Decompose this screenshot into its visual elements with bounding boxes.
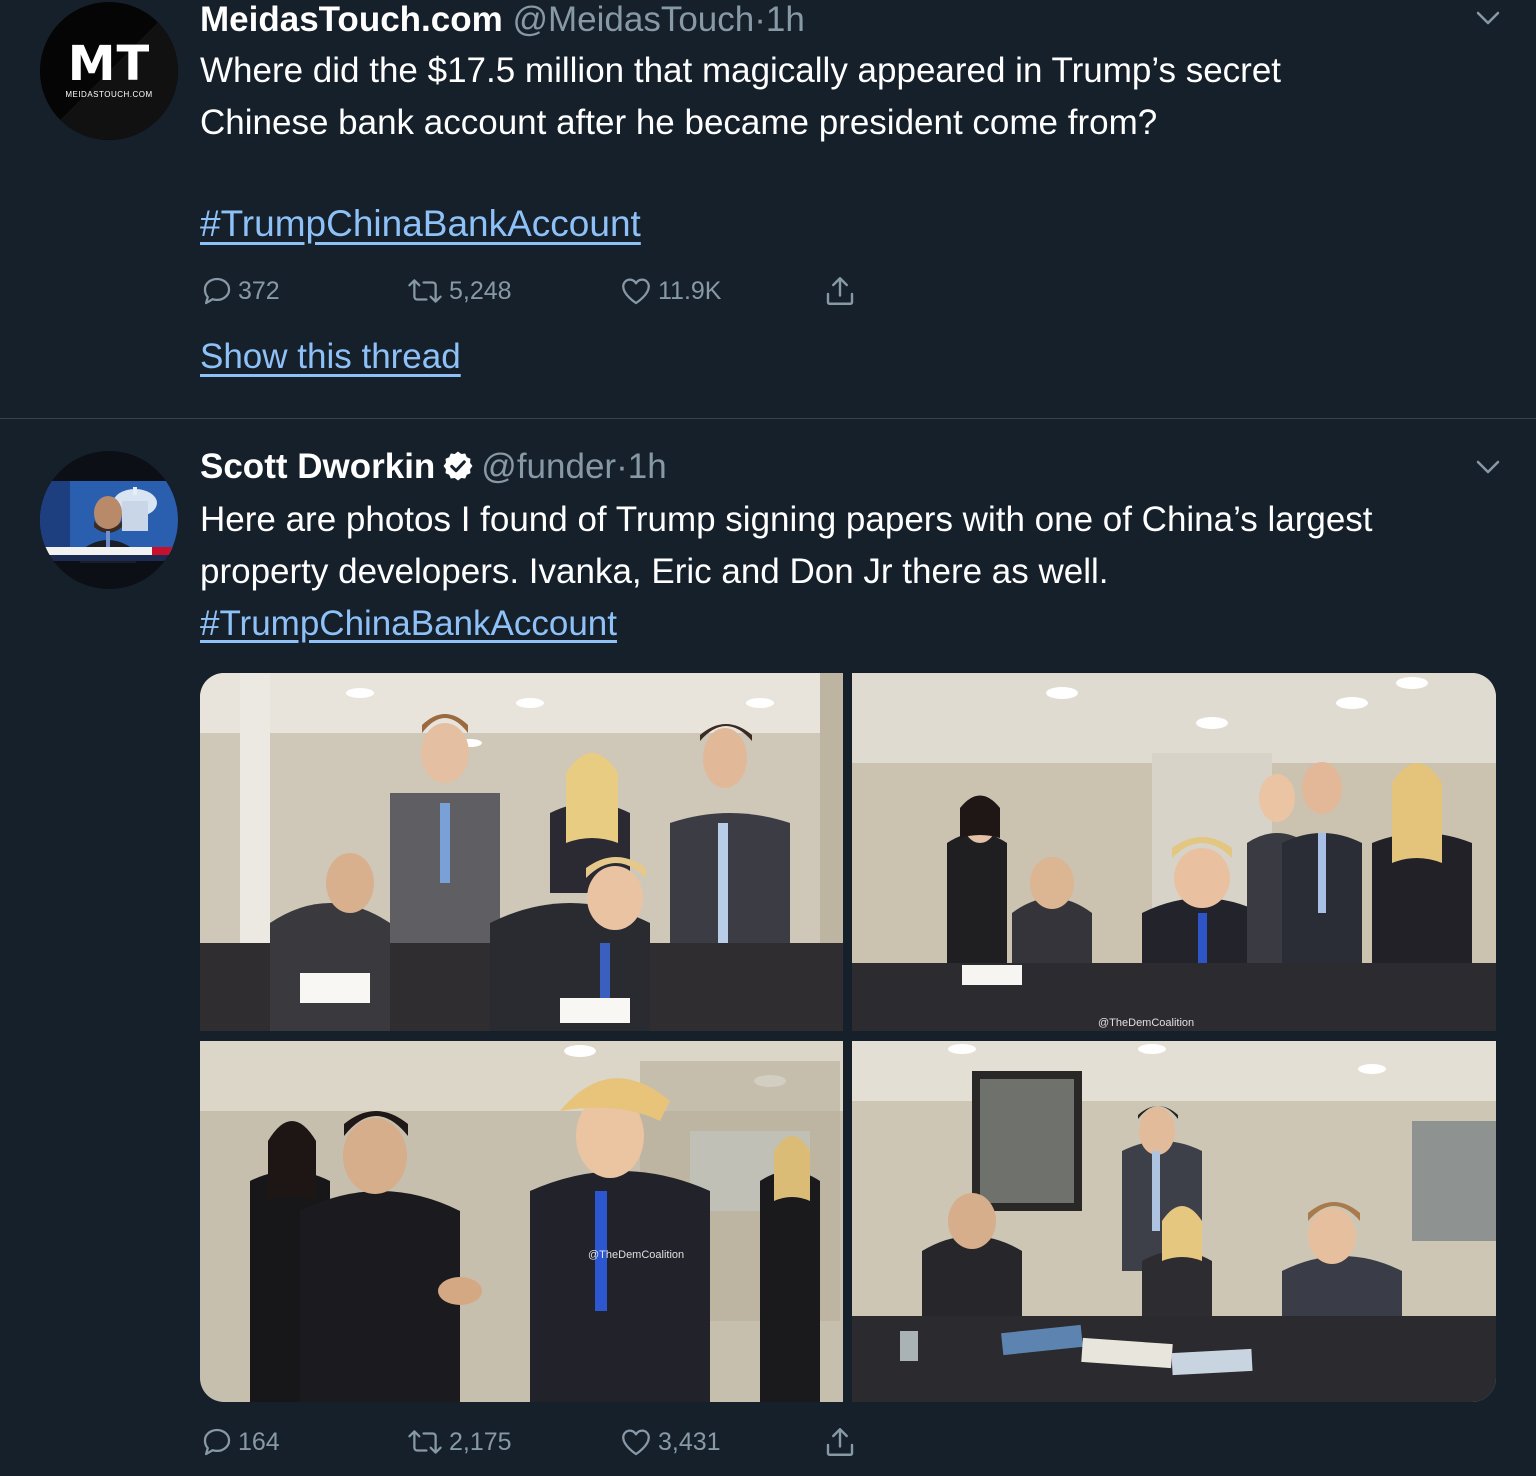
share-button[interactable] xyxy=(822,271,862,311)
tweet-header: Scott Dworkin @funder·1h xyxy=(200,447,667,489)
hashtag-link[interactable]: #TrumpChinaBankAccount xyxy=(200,202,641,246)
reply-icon xyxy=(203,1428,231,1456)
heart-icon xyxy=(622,278,650,305)
share-icon xyxy=(826,277,854,305)
reply-button[interactable]: 372 xyxy=(200,271,280,311)
heart-icon xyxy=(622,1429,650,1456)
like-count: 3,431 xyxy=(658,1427,721,1456)
photo-signing-papers xyxy=(200,673,843,1031)
media-photo[interactable] xyxy=(852,1041,1496,1402)
photo-meeting-documents xyxy=(852,1041,1496,1402)
like-button[interactable]: 11.9K xyxy=(618,271,721,311)
share-icon xyxy=(826,1428,854,1456)
photo-handshake xyxy=(200,1041,843,1402)
media-photo[interactable]: @TheDemCoalition xyxy=(852,673,1496,1031)
avatar[interactable]: MT MEIDASTOUCH.COM xyxy=(40,2,178,140)
tweet-text-line: property developers. Ivanka, Eric and Do… xyxy=(200,552,1109,591)
reply-button[interactable]: 164 xyxy=(200,1422,280,1462)
media-grid: @TheDemCoalition @TheDemCoalition xyxy=(200,673,1496,1402)
retweet-icon xyxy=(408,279,442,303)
photo-watermark: @TheDemCoalition xyxy=(1098,1017,1195,1029)
photo-group-at-table xyxy=(852,673,1496,1031)
tweet[interactable]: MT MEIDASTOUCH.COM MeidasTouch.com @Meid… xyxy=(0,0,1536,418)
retweet-button[interactable]: 5,248 xyxy=(405,271,512,311)
author-name[interactable]: Scott Dworkin xyxy=(200,447,435,486)
tweet-text-line: Chinese bank account after he became pre… xyxy=(200,103,1158,142)
tweet-text: Here are photos I found of Trump signing… xyxy=(200,494,1500,650)
tweet-timestamp[interactable]: 1h xyxy=(628,447,667,486)
avatar-photo xyxy=(40,451,178,589)
tweet-header: MeidasTouch.com @MeidasTouch·1h xyxy=(200,0,805,40)
reply-icon xyxy=(203,277,231,305)
retweet-icon xyxy=(408,1430,442,1454)
media-photo[interactable]: @TheDemCoalition xyxy=(200,1041,843,1402)
header-separator: · xyxy=(754,0,766,39)
photo-watermark: @TheDemCoalition xyxy=(588,1249,685,1261)
verified-badge-icon xyxy=(443,451,473,481)
tweet-actions: 372 5,248 11.9K xyxy=(200,271,900,311)
author-name[interactable]: MeidasTouch.com xyxy=(200,0,503,39)
chevron-down-icon[interactable] xyxy=(1472,2,1504,34)
author-handle[interactable]: @funder xyxy=(481,447,616,486)
header-separator: · xyxy=(616,447,628,486)
like-button[interactable]: 3,431 xyxy=(618,1422,721,1462)
avatar-logo-subtitle: MEIDASTOUCH.COM xyxy=(65,90,153,99)
retweet-count: 5,248 xyxy=(449,276,512,305)
tweet-text-line: Here are photos I found of Trump signing… xyxy=(200,500,1373,539)
show-thread-link[interactable]: Show this thread xyxy=(200,336,461,378)
like-count: 11.9K xyxy=(658,276,722,305)
tweet-timestamp[interactable]: 1h xyxy=(766,0,805,39)
tweet-text: Where did the $17.5 million that magical… xyxy=(200,45,1500,149)
hashtag-link[interactable]: #TrumpChinaBankAccount xyxy=(200,604,617,643)
avatar-logo-letters: MT xyxy=(67,36,151,92)
tweet-actions: 164 2,175 3,431 xyxy=(200,1422,900,1462)
tweet-text-line: Where did the $17.5 million that magical… xyxy=(200,51,1282,90)
reply-count: 372 xyxy=(238,276,280,305)
avatar[interactable] xyxy=(40,451,178,589)
chevron-down-icon[interactable] xyxy=(1472,451,1504,483)
media-photo[interactable] xyxy=(200,673,843,1031)
author-handle[interactable]: @MeidasTouch xyxy=(512,0,754,39)
share-button[interactable] xyxy=(822,1422,862,1462)
reply-count: 164 xyxy=(238,1427,280,1456)
retweet-count: 2,175 xyxy=(449,1427,512,1456)
tweet[interactable]: Scott Dworkin @funder·1h Here are photos… xyxy=(0,419,1536,1476)
retweet-button[interactable]: 2,175 xyxy=(405,1422,512,1462)
